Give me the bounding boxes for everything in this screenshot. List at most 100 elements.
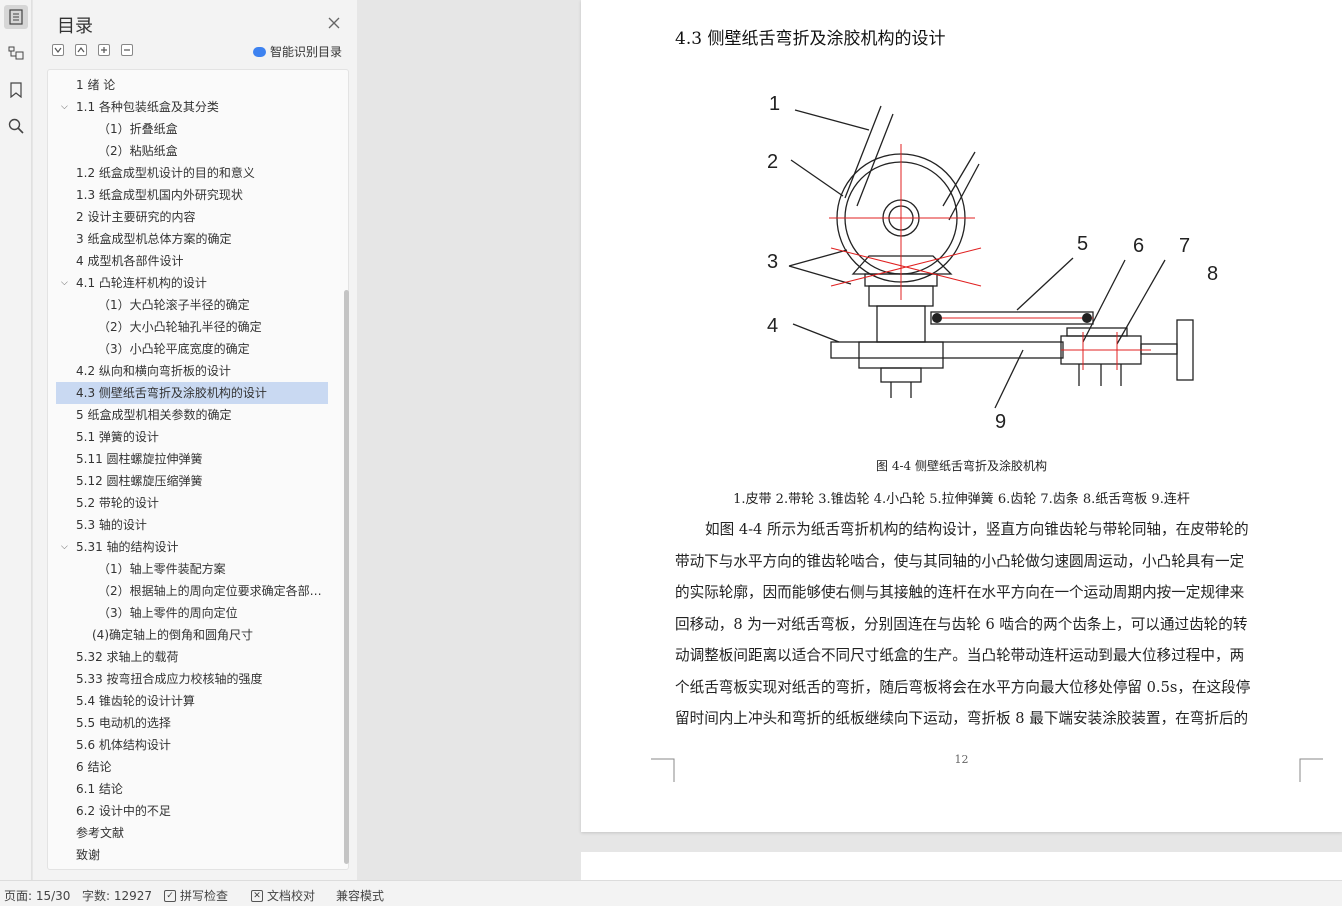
toc-item-label: 5.31 轴的结构设计 xyxy=(76,540,179,554)
toc-item[interactable]: 4 成型机各部件设计 xyxy=(56,250,328,272)
page-indicator[interactable]: 页面: 15/30 xyxy=(4,887,70,904)
spell-check-label: 拼写检查 xyxy=(180,889,229,903)
chevron-down-icon[interactable]: ⌵ xyxy=(61,536,71,558)
toc-item[interactable]: 3 纸盒成型机总体方案的确定 xyxy=(56,228,328,250)
next-page xyxy=(581,852,1342,882)
toc-item-label: 4.2 纵向和横向弯折板的设计 xyxy=(76,364,231,378)
toc-item[interactable]: （1）轴上零件装配方案 xyxy=(56,558,328,580)
toc-item[interactable]: （1）折叠纸盒 xyxy=(56,118,328,140)
toc-item-label: 5.6 机体结构设计 xyxy=(76,738,171,752)
search-icon[interactable] xyxy=(4,114,28,138)
section-heading: 4.3 侧壁纸舌弯折及涂胶机构的设计 xyxy=(675,29,946,49)
toc-item-label: （1）轴上零件装配方案 xyxy=(98,562,226,576)
margin-corner-left xyxy=(651,758,675,782)
collapse-all-icon[interactable] xyxy=(52,44,64,56)
toc-item[interactable]: 5.12 圆柱螺旋压缩弹簧 xyxy=(56,470,328,492)
figure-label-4: 4 xyxy=(767,315,778,337)
toc-item-label: 5.3 轴的设计 xyxy=(76,518,147,532)
toc-item[interactable]: 6.1 结论 xyxy=(56,778,328,800)
toc-item-label: 5.32 求轴上的载荷 xyxy=(76,650,179,664)
compat-mode[interactable]: 兼容模式 xyxy=(336,887,384,904)
toc-item[interactable]: 6.2 设计中的不足 xyxy=(56,800,328,822)
toc-item-label: 2 设计主要研究的内容 xyxy=(76,210,196,224)
spell-check-button[interactable]: ✓ 拼写检查 xyxy=(164,887,228,904)
toc-item-label: （2）粘贴纸盒 xyxy=(98,144,178,158)
toc-item-label: 5.5 电动机的选择 xyxy=(76,716,171,730)
figure-caption: 图 4-4 侧壁纸舌弯折及涂胶机构 xyxy=(876,459,1047,473)
document-page: 4.3 侧壁纸舌弯折及涂胶机构的设计 1 2 3 4 5 6 7 8 9 图 4… xyxy=(581,0,1342,832)
toc-item[interactable]: ⌵ 1.1 各种包装纸盒及其分类 xyxy=(56,96,328,118)
toc-item[interactable]: （3）轴上零件的周向定位 xyxy=(56,602,328,624)
proofread-label: 文档校对 xyxy=(267,889,316,903)
paragraph-line: 回移动，8 为一对纸舌弯板，分别固连在与齿轮 6 啮合的两个齿条上，可以通过齿轮… xyxy=(675,615,1248,633)
toc-item-label: 1.1 各种包装纸盒及其分类 xyxy=(76,100,219,114)
toc-item[interactable]: （2）根据轴上的周向定位要求确定各部分直径和长度 xyxy=(56,580,328,602)
toc-item-label: （1）大凸轮滚子半径的确定 xyxy=(98,298,250,312)
toc-item-label: 6 结论 xyxy=(76,760,112,774)
toc-item-label: 5.11 圆柱螺旋拉伸弹簧 xyxy=(76,452,203,466)
toc-item[interactable]: 参考文献 xyxy=(56,822,328,844)
figure-legend: 1.皮带 2.带轮 3.锥齿轮 4.小凸轮 5.拉伸弹簧 6.齿轮 7.齿条 8… xyxy=(733,492,1190,507)
toc-item[interactable]: 5.2 带轮的设计 xyxy=(56,492,328,514)
toc-item[interactable]: （3）小凸轮平底宽度的确定 xyxy=(56,338,328,360)
toc-item[interactable]: 5.6 机体结构设计 xyxy=(56,734,328,756)
toc-item[interactable]: 4.2 纵向和横向弯折板的设计 xyxy=(56,360,328,382)
toc-item[interactable]: 5.1 弹簧的设计 xyxy=(56,426,328,448)
proofread-button[interactable]: ✕ 文档校对 xyxy=(251,887,315,904)
toc-item-label: （2）大小凸轮轴孔半径的确定 xyxy=(98,320,262,334)
navigation-icon[interactable] xyxy=(4,41,28,65)
toc-item-label: 4.3 侧壁纸舌弯折及涂胶机构的设计 xyxy=(76,386,267,400)
chevron-down-icon[interactable]: ⌵ xyxy=(61,272,71,294)
remove-heading-icon[interactable] xyxy=(121,44,133,56)
toc-item[interactable]: 5.11 圆柱螺旋拉伸弹簧 xyxy=(56,448,328,470)
toc-item-label: 1.2 纸盒成型机设计的目的和意义 xyxy=(76,166,255,180)
toc-item[interactable]: 6 结论 xyxy=(56,756,328,778)
toc-item-label: (4)确定轴上的倒角和圆角尺寸 xyxy=(92,628,253,642)
toc-list-container: 1 绪 论 ⌵ 1.1 各种包装纸盒及其分类 （1）折叠纸盒 （2）粘贴纸盒 1.2 纸盒… xyxy=(47,69,349,870)
word-count[interactable]: 字数: 12927 xyxy=(82,887,152,904)
smart-toc-label: 智能识别目录 xyxy=(270,45,343,59)
toc-item-label: 1 绪 论 xyxy=(76,78,116,92)
toc-item[interactable]: （1）大凸轮滚子半径的确定 xyxy=(56,294,328,316)
expand-all-icon[interactable] xyxy=(75,44,87,56)
add-heading-icon[interactable] xyxy=(98,44,110,56)
toc-title: 目录 xyxy=(57,16,93,37)
toc-item-label: 1.3 纸盒成型机国内外研究现状 xyxy=(76,188,243,202)
bookmark-icon[interactable] xyxy=(4,78,28,102)
toc-item[interactable]: 2 设计主要研究的内容 xyxy=(56,206,328,228)
chevron-down-icon[interactable]: ⌵ xyxy=(61,96,71,118)
toc-item-label: 4 成型机各部件设计 xyxy=(76,254,184,268)
toc-item-label: 5.33 按弯扭合成应力校核轴的强度 xyxy=(76,672,263,686)
toc-item[interactable]: 4.3 侧壁纸舌弯折及涂胶机构的设计 xyxy=(56,382,328,404)
toc-item[interactable]: 5.3 轴的设计 xyxy=(56,514,328,536)
toc-item[interactable]: 5.4 锥齿轮的设计计算 xyxy=(56,690,328,712)
figure-label-5: 5 xyxy=(1077,233,1088,255)
toc-item[interactable]: 1.3 纸盒成型机国内外研究现状 xyxy=(56,184,328,206)
toc-item[interactable]: 5.33 按弯扭合成应力校核轴的强度 xyxy=(56,668,328,690)
toc-item[interactable]: （2）大小凸轮轴孔半径的确定 xyxy=(56,316,328,338)
proofread-icon: ✕ xyxy=(251,889,263,902)
toc-item[interactable]: ⌵ 5.31 轴的结构设计 xyxy=(56,536,328,558)
toc-item[interactable]: 5.5 电动机的选择 xyxy=(56,712,328,734)
toc-item[interactable]: 1.2 纸盒成型机设计的目的和意义 xyxy=(56,162,328,184)
figure-label-6: 6 xyxy=(1133,235,1144,257)
toc-item-label: （2）根据轴上的周向定位要求确定各部分直径和长度 xyxy=(98,584,324,598)
smart-toc-button[interactable]: 智能识别目录 xyxy=(253,43,342,60)
toc-scrollbar[interactable] xyxy=(344,290,349,864)
toc-item-label: 5.1 弹簧的设计 xyxy=(76,430,159,444)
toc-view-icon[interactable] xyxy=(4,5,28,29)
toc-item[interactable]: （2）粘贴纸盒 xyxy=(56,140,328,162)
toc-item-label: 6.1 结论 xyxy=(76,782,123,796)
toc-item-label: 参考文献 xyxy=(76,826,125,840)
toc-item[interactable]: 致谢 xyxy=(56,844,328,866)
figure-label-9: 9 xyxy=(995,411,1006,433)
toc-list: 1 绪 论 ⌵ 1.1 各种包装纸盒及其分类 （1）折叠纸盒 （2）粘贴纸盒 1.2 纸盒… xyxy=(56,74,328,866)
toc-item[interactable]: 1 绪 论 xyxy=(56,74,328,96)
toc-item[interactable]: 5 纸盒成型机相关参数的确定 xyxy=(56,404,328,426)
toc-item-label: （3）轴上零件的周向定位 xyxy=(98,606,238,620)
toc-item[interactable]: ⌵ 4.1 凸轮连杆机构的设计 xyxy=(56,272,328,294)
toc-toolbar xyxy=(52,44,133,56)
close-icon[interactable] xyxy=(327,15,341,29)
toc-item[interactable]: (4)确定轴上的倒角和圆角尺寸 xyxy=(56,624,328,646)
toc-item[interactable]: 5.32 求轴上的载荷 xyxy=(56,646,328,668)
